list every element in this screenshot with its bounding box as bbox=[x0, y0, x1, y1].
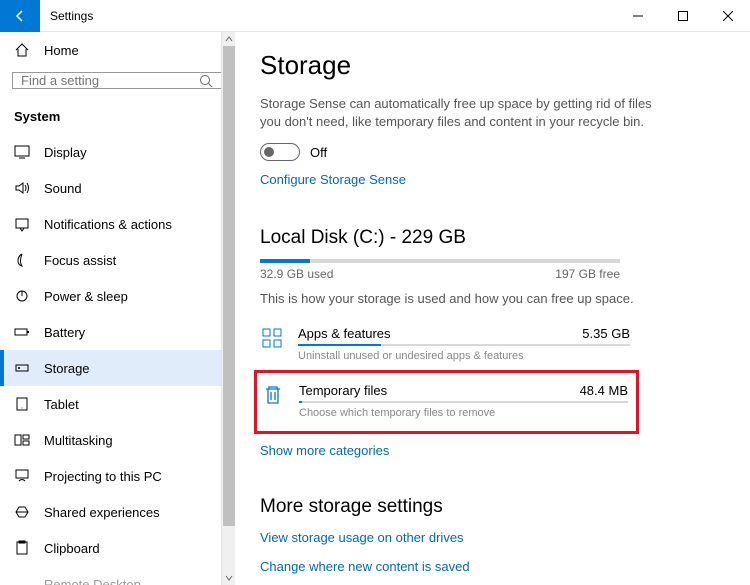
clipboard-icon bbox=[14, 540, 30, 556]
sidebar-item-sound[interactable]: Sound bbox=[0, 170, 234, 206]
nav-label: Notifications & actions bbox=[44, 217, 172, 232]
window-title: Settings bbox=[40, 9, 93, 23]
show-more-categories-link[interactable]: Show more categories bbox=[260, 443, 389, 458]
apps-bar bbox=[298, 344, 630, 346]
storage-item-size: 48.4 MB bbox=[580, 383, 628, 398]
sidebar-item-focus-assist[interactable]: Focus assist bbox=[0, 242, 234, 278]
scroll-up-icon[interactable] bbox=[222, 32, 236, 46]
storage-item-size: 5.35 GB bbox=[582, 326, 630, 341]
search-icon bbox=[199, 74, 213, 88]
nav-label: Power & sleep bbox=[44, 289, 128, 304]
sound-icon bbox=[14, 180, 30, 196]
nav-label: Remote Desktop bbox=[44, 577, 141, 585]
search-box[interactable] bbox=[12, 72, 222, 89]
sidebar-item-notifications[interactable]: Notifications & actions bbox=[0, 206, 234, 242]
toggle-label: Off bbox=[310, 145, 327, 160]
sidebar-item-multitasking[interactable]: Multitasking bbox=[0, 422, 234, 458]
nav-label: Focus assist bbox=[44, 253, 116, 268]
storage-icon bbox=[14, 360, 30, 376]
storage-item-temporary-files[interactable]: Temporary files 48.4 MB Choose which tem… bbox=[261, 377, 628, 425]
sidebar-item-remote-desktop[interactable]: Remote Desktop bbox=[0, 566, 234, 585]
home-icon bbox=[14, 42, 30, 58]
storage-item-name: Apps & features bbox=[298, 326, 391, 341]
nav-label: Projecting to this PC bbox=[44, 469, 162, 484]
projecting-icon bbox=[14, 468, 30, 484]
disk-description: This is how your storage is used and how… bbox=[260, 291, 710, 306]
sidebar-item-battery[interactable]: Battery bbox=[0, 314, 234, 350]
disk-title: Local Disk (C:) - 229 GB bbox=[260, 227, 710, 249]
storage-item-hint: Choose which temporary files to remove bbox=[299, 407, 628, 419]
highlight-box: Temporary files 48.4 MB Choose which tem… bbox=[254, 370, 639, 434]
shared-icon bbox=[14, 504, 30, 520]
section-header: System bbox=[0, 101, 234, 134]
home-label: Home bbox=[44, 43, 79, 58]
nav-label: Battery bbox=[44, 325, 85, 340]
storage-item-apps-features[interactable]: Apps & features 5.35 GB Uninstall unused… bbox=[260, 320, 630, 368]
minimize-button[interactable] bbox=[615, 0, 660, 32]
nav-label: Tablet bbox=[44, 397, 79, 412]
disk-used: 32.9 GB used bbox=[260, 267, 333, 281]
page-title: Storage bbox=[260, 50, 710, 81]
sidebar-item-clipboard[interactable]: Clipboard bbox=[0, 530, 234, 566]
view-storage-other-drives-link[interactable]: View storage usage on other drives bbox=[260, 530, 710, 545]
nav-label: Shared experiences bbox=[44, 505, 160, 520]
scrollbar-thumb[interactable] bbox=[223, 46, 235, 526]
remote-icon bbox=[14, 576, 30, 585]
sidebar-item-projecting[interactable]: Projecting to this PC bbox=[0, 458, 234, 494]
close-button[interactable] bbox=[705, 0, 750, 32]
storage-item-name: Temporary files bbox=[299, 383, 387, 398]
storage-item-hint: Uninstall unused or undesired apps & fea… bbox=[298, 350, 630, 362]
trash-icon bbox=[261, 383, 285, 407]
disk-free: 197 GB free bbox=[555, 267, 620, 281]
sidebar-item-shared-experiences[interactable]: Shared experiences bbox=[0, 494, 234, 530]
scroll-down-icon[interactable] bbox=[222, 571, 236, 585]
search-input[interactable] bbox=[21, 73, 199, 88]
storage-sense-toggle[interactable] bbox=[260, 143, 300, 161]
storage-sense-description: Storage Sense can automatically free up … bbox=[260, 95, 660, 131]
display-icon bbox=[14, 144, 30, 160]
more-storage-settings-title: More storage settings bbox=[260, 496, 710, 518]
apps-icon bbox=[260, 326, 284, 350]
nav-label: Sound bbox=[44, 181, 82, 196]
nav-label: Multitasking bbox=[44, 433, 113, 448]
nav-label: Display bbox=[44, 145, 87, 160]
nav-label: Storage bbox=[44, 361, 90, 376]
home-item[interactable]: Home bbox=[0, 32, 234, 68]
sidebar-item-storage[interactable]: Storage bbox=[0, 350, 234, 386]
maximize-button[interactable] bbox=[660, 0, 705, 32]
multitasking-icon bbox=[14, 432, 30, 448]
focus-assist-icon bbox=[14, 252, 30, 268]
disk-usage-bar bbox=[260, 259, 620, 263]
configure-storage-sense-link[interactable]: Configure Storage Sense bbox=[260, 172, 406, 187]
tablet-icon bbox=[14, 396, 30, 412]
sidebar-item-power-sleep[interactable]: Power & sleep bbox=[0, 278, 234, 314]
change-new-content-link[interactable]: Change where new content is saved bbox=[260, 559, 710, 574]
sidebar-item-display[interactable]: Display bbox=[0, 134, 234, 170]
sidebar-item-tablet[interactable]: Tablet bbox=[0, 386, 234, 422]
power-icon bbox=[14, 288, 30, 304]
temp-bar bbox=[299, 401, 628, 403]
back-button[interactable] bbox=[0, 0, 40, 32]
notifications-icon bbox=[14, 216, 30, 232]
nav-label: Clipboard bbox=[44, 541, 100, 556]
battery-icon bbox=[14, 324, 30, 340]
sidebar-scrollbar[interactable] bbox=[221, 32, 235, 585]
